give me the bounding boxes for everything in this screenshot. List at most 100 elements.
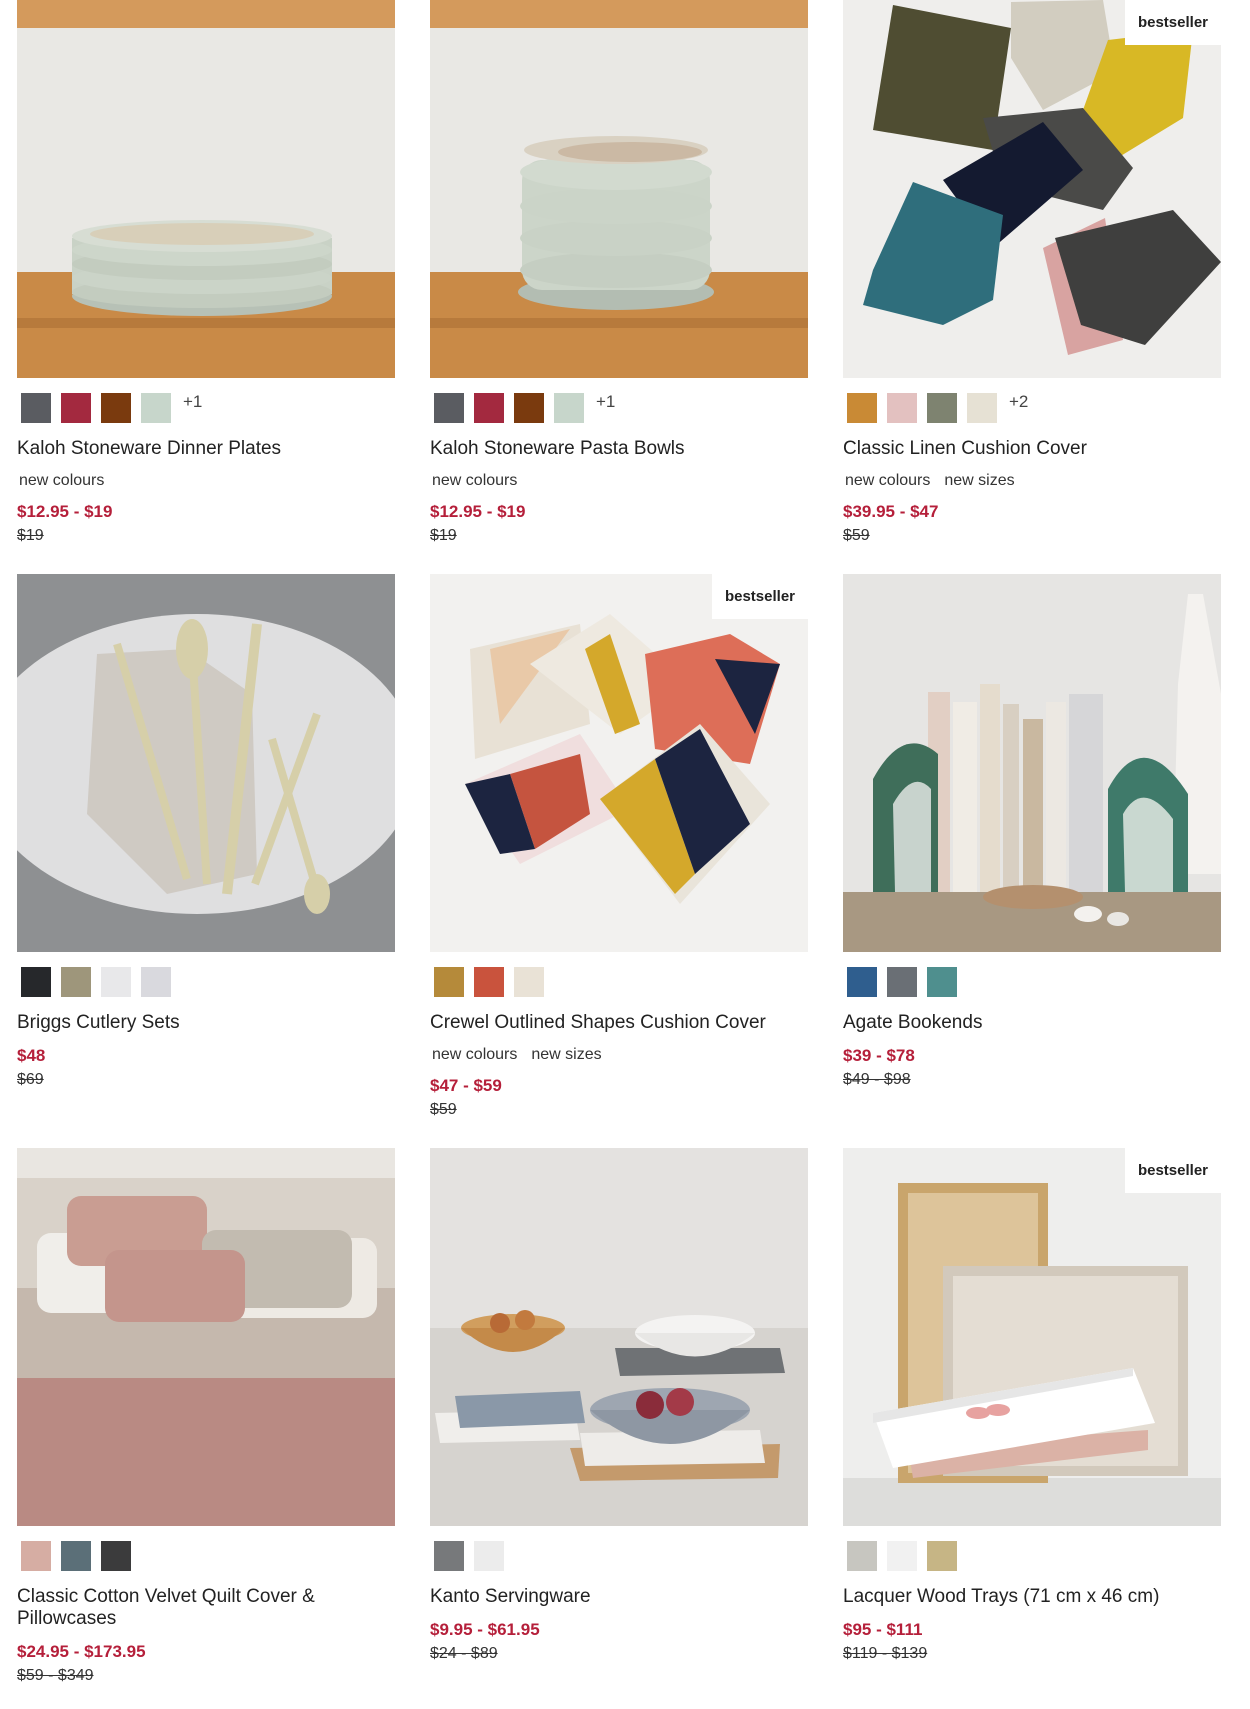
- colour-swatch[interactable]: [21, 393, 51, 423]
- colour-swatch[interactable]: [141, 967, 171, 997]
- colour-swatches: +1: [21, 392, 395, 424]
- velvet-bedding-image[interactable]: [17, 1148, 395, 1526]
- tag-new-colours: new colours: [432, 1046, 518, 1063]
- colour-swatch[interactable]: [474, 1541, 504, 1571]
- colour-swatch[interactable]: [887, 1541, 917, 1571]
- bookends-image[interactable]: [843, 574, 1221, 952]
- bestseller-badge: bestseller: [1124, 1148, 1221, 1193]
- product-name[interactable]: Kanto Servingware: [430, 1586, 808, 1608]
- colour-swatch[interactable]: [101, 967, 131, 997]
- colour-swatch[interactable]: [927, 967, 957, 997]
- colour-swatch[interactable]: [927, 393, 957, 423]
- sale-price: $95 - $111: [843, 1620, 923, 1639]
- sale-price: $9.95 - $61.95: [430, 1620, 540, 1639]
- original-price: $19: [17, 527, 44, 544]
- colour-swatch[interactable]: [514, 967, 544, 997]
- colour-swatch[interactable]: [21, 1541, 51, 1571]
- product-card-cutlery[interactable]: Briggs Cutlery Sets $48 $69: [17, 574, 395, 1089]
- colour-swatches: [847, 966, 1221, 998]
- colour-swatch[interactable]: [474, 393, 504, 423]
- product-card-pasta-bowls[interactable]: +1 Kaloh Stoneware Pasta Bowls new colou…: [430, 0, 808, 545]
- tag-new-colours: new colours: [432, 472, 518, 489]
- crewel-cushions-image[interactable]: bestseller: [430, 574, 808, 952]
- bestseller-badge: bestseller: [1124, 0, 1221, 45]
- original-price: $69: [17, 1071, 44, 1088]
- colour-swatch[interactable]: [887, 967, 917, 997]
- sale-price: $12.95 - $19: [430, 502, 526, 521]
- product-name[interactable]: Crewel Outlined Shapes Cushion Cover: [430, 1012, 808, 1034]
- colour-swatch[interactable]: [927, 1541, 957, 1571]
- more-swatches-count[interactable]: +2: [1009, 392, 1028, 412]
- colour-swatch[interactable]: [434, 967, 464, 997]
- colour-swatch[interactable]: [61, 393, 91, 423]
- original-price: $24 - $89: [430, 1645, 498, 1662]
- product-tags: new colours: [432, 472, 808, 490]
- original-price: $19: [430, 527, 457, 544]
- colour-swatch[interactable]: [434, 1541, 464, 1571]
- product-name[interactable]: Kaloh Stoneware Dinner Plates: [17, 438, 395, 460]
- product-name[interactable]: Kaloh Stoneware Pasta Bowls: [430, 438, 808, 460]
- colour-swatch[interactable]: [61, 967, 91, 997]
- colour-swatch[interactable]: [61, 1541, 91, 1571]
- colour-swatches: [847, 1540, 1221, 1572]
- product-card-agate-bookends[interactable]: Agate Bookends $39 - $78 $49 - $98: [843, 574, 1221, 1089]
- product-card-linen-cushion[interactable]: bestseller +2 Classic Linen Cushion Cove…: [843, 0, 1221, 545]
- tag-new-colours: new colours: [19, 472, 105, 489]
- sale-price: $48: [17, 1046, 46, 1065]
- colour-swatch[interactable]: [21, 967, 51, 997]
- servingware-image[interactable]: [430, 1148, 808, 1526]
- product-card-crewel-cushion[interactable]: bestseller Crewel Outlined Shapes Cushio…: [430, 574, 808, 1119]
- product-tags: new colours new sizes: [432, 1046, 808, 1064]
- original-price: $59: [430, 1101, 457, 1118]
- colour-swatch[interactable]: [101, 1541, 131, 1571]
- colour-swatches: [21, 1540, 395, 1572]
- colour-swatches: +2: [847, 392, 1221, 424]
- sale-price: $47 - $59: [430, 1076, 502, 1095]
- colour-swatch[interactable]: [847, 393, 877, 423]
- linen-cushions-image[interactable]: bestseller: [843, 0, 1221, 378]
- product-name[interactable]: Classic Linen Cushion Cover: [843, 438, 1221, 460]
- colour-swatches: [434, 1540, 808, 1572]
- product-card-dinner-plates[interactable]: +1 Kaloh Stoneware Dinner Plates new col…: [17, 0, 395, 545]
- colour-swatch[interactable]: [474, 967, 504, 997]
- colour-swatch[interactable]: [434, 393, 464, 423]
- sale-price: $24.95 - $173.95: [17, 1642, 146, 1661]
- colour-swatch[interactable]: [847, 967, 877, 997]
- colour-swatches: +1: [434, 392, 808, 424]
- dinner-plates-image[interactable]: [17, 0, 395, 378]
- more-swatches-count[interactable]: +1: [596, 392, 615, 412]
- colour-swatches: [434, 966, 808, 998]
- bestseller-badge: bestseller: [711, 574, 808, 619]
- original-price: $59 - $349: [17, 1667, 94, 1684]
- colour-swatch[interactable]: [887, 393, 917, 423]
- product-card-velvet-quilt[interactable]: Classic Cotton Velvet Quilt Cover & Pill…: [17, 1148, 395, 1685]
- colour-swatch[interactable]: [847, 1541, 877, 1571]
- original-price: $49 - $98: [843, 1071, 911, 1088]
- product-name[interactable]: Agate Bookends: [843, 1012, 1221, 1034]
- product-tags: new colours: [19, 472, 395, 490]
- product-name[interactable]: Classic Cotton Velvet Quilt Cover & Pill…: [17, 1586, 395, 1630]
- tag-new-sizes: new sizes: [944, 472, 1015, 489]
- colour-swatch[interactable]: [101, 393, 131, 423]
- product-name[interactable]: Briggs Cutlery Sets: [17, 1012, 395, 1034]
- trays-image[interactable]: bestseller: [843, 1148, 1221, 1526]
- colour-swatch[interactable]: [554, 393, 584, 423]
- product-card-lacquer-trays[interactable]: bestseller Lacquer Wood Trays (71 cm x 4…: [843, 1148, 1221, 1663]
- product-name[interactable]: Lacquer Wood Trays (71 cm x 46 cm): [843, 1586, 1221, 1608]
- colour-swatches: [21, 966, 395, 998]
- pasta-bowls-image[interactable]: [430, 0, 808, 378]
- more-swatches-count[interactable]: +1: [183, 392, 202, 412]
- colour-swatch[interactable]: [141, 393, 171, 423]
- product-card-kanto-servingware[interactable]: Kanto Servingware $9.95 - $61.95 $24 - $…: [430, 1148, 808, 1663]
- original-price: $119 - $139: [843, 1645, 928, 1662]
- colour-swatch[interactable]: [967, 393, 997, 423]
- product-tags: new colours new sizes: [845, 472, 1221, 490]
- tag-new-colours: new colours: [845, 472, 931, 489]
- sale-price: $12.95 - $19: [17, 502, 113, 521]
- original-price: $59: [843, 527, 870, 544]
- sale-price: $39.95 - $47: [843, 502, 939, 521]
- tag-new-sizes: new sizes: [531, 1046, 602, 1063]
- cutlery-image[interactable]: [17, 574, 395, 952]
- sale-price: $39 - $78: [843, 1046, 915, 1065]
- colour-swatch[interactable]: [514, 393, 544, 423]
